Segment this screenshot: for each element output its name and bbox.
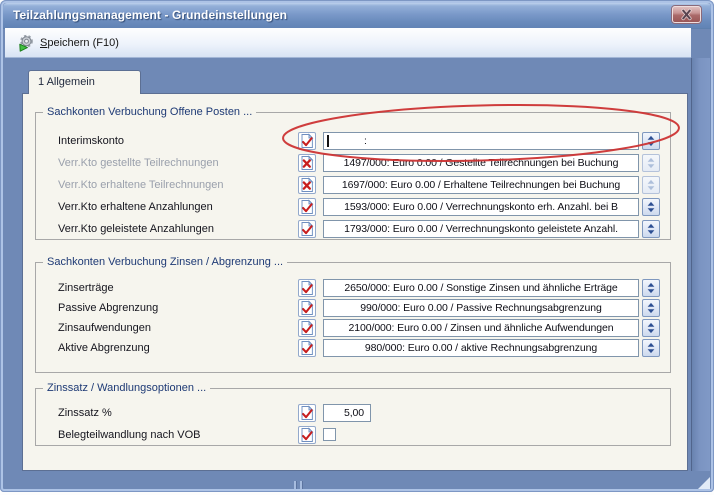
- group-title: Zinssatz / Wandlungsoptionen ...: [43, 381, 210, 395]
- window-title: Teilzahlungsmanagement - Grundeinstellun…: [13, 8, 287, 22]
- save-button-label: Speichern (F10): [40, 37, 119, 49]
- check-icon[interactable]: [298, 220, 316, 238]
- up-down-arrows-icon: [643, 320, 659, 336]
- field-value: 5,00: [344, 407, 364, 419]
- tab-label: 1 Allgemein: [38, 76, 95, 88]
- desktop-background: Teilzahlungsmanagement - Grundeinstellun…: [0, 0, 714, 495]
- cross-icon[interactable]: [298, 176, 316, 194]
- up-down-arrows-icon: [643, 300, 659, 316]
- spinner-button[interactable]: [642, 132, 660, 150]
- content-panel: Sachkonten Verbuchung Offene Posten ... …: [22, 93, 688, 471]
- up-down-arrows-icon: [643, 221, 659, 237]
- spinner-button[interactable]: [642, 154, 660, 172]
- row-aktive-abgrenzung: Aktive Abgrenzung 980/000: Euro 0.00 / a…: [36, 339, 670, 357]
- field-label: Aktive Abgrenzung: [58, 342, 150, 354]
- account-field[interactable]: 990/000: Euro 0.00 / Passive Rechnungsab…: [323, 299, 639, 317]
- spinner-button[interactable]: [642, 339, 660, 357]
- row-interimskonto: Interimskonto :: [36, 132, 670, 150]
- field-label: Verr.Kto erhaltene Teilrechnungen: [58, 179, 224, 191]
- row-passive-abgrenzung: Passive Abgrenzung 990/000: Euro 0.00 / …: [36, 299, 670, 317]
- field-label: Interimskonto: [58, 135, 124, 147]
- field-value: 1793/000: Euro 0.00 / Verrechnungskonto …: [344, 223, 618, 235]
- check-icon[interactable]: [298, 279, 316, 297]
- spinner-button[interactable]: [642, 319, 660, 337]
- account-field[interactable]: 1697/000: Euro 0.00 / Erhaltene Teilrech…: [323, 176, 639, 194]
- vob-checkbox[interactable]: [323, 428, 336, 441]
- spinner-button[interactable]: [642, 299, 660, 317]
- title-bar[interactable]: Teilzahlungsmanagement - Grundeinstellun…: [3, 3, 711, 29]
- field-value: 1593/000: Euro 0.00 / Verrechnungskonto …: [344, 201, 618, 213]
- up-down-arrows-icon: [643, 133, 659, 149]
- check-icon[interactable]: [298, 319, 316, 337]
- check-icon[interactable]: [298, 132, 316, 150]
- field-label: Zinsaufwendungen: [58, 322, 151, 334]
- close-icon: [679, 8, 694, 21]
- toolbar: Speichern (F10): [5, 28, 691, 58]
- spinner-button[interactable]: [642, 220, 660, 238]
- group-offene-posten: Sachkonten Verbuchung Offene Posten ... …: [35, 112, 671, 240]
- field-label: Verr.Kto erhaltene Anzahlungen: [58, 201, 213, 213]
- account-field[interactable]: 1497/000: Euro 0.00 / Gestellte Teilrech…: [323, 154, 639, 172]
- check-icon[interactable]: [298, 198, 316, 216]
- up-down-arrows-icon: [643, 155, 659, 171]
- row-erhaltene-teilrechnungen: Verr.Kto erhaltene Teilrechnungen 1697/0…: [36, 176, 670, 194]
- spinner-button[interactable]: [642, 198, 660, 216]
- interimskonto-field[interactable]: :: [323, 132, 639, 150]
- field-label: Zinserträge: [58, 282, 114, 294]
- field-label: Verr.Kto geleistete Anzahlungen: [58, 223, 214, 235]
- window-grip[interactable]: [294, 481, 302, 489]
- dialog-window: Teilzahlungsmanagement - Grundeinstellun…: [0, 0, 714, 492]
- group-title: Sachkonten Verbuchung Offene Posten ...: [43, 105, 256, 119]
- group-zinsen-abgrenzung: Sachkonten Verbuchung Zinsen / Abgrenzun…: [35, 262, 671, 373]
- group-zinssatz-wandlung: Zinssatz / Wandlungsoptionen ... Zinssat…: [35, 388, 671, 446]
- field-value: :: [324, 135, 367, 147]
- row-zinssatz: Zinssatz % 5,00: [36, 404, 670, 422]
- row-erhaltene-anzahlungen: Verr.Kto erhaltene Anzahlungen 1593/000:…: [36, 198, 670, 216]
- up-down-arrows-icon: [643, 199, 659, 215]
- gear-save-icon: [17, 34, 35, 52]
- field-value: 990/000: Euro 0.00 / Passive Rechnungsab…: [360, 302, 602, 314]
- row-zinsaufwendungen: Zinsaufwendungen 2100/000: Euro 0.00 / Z…: [36, 319, 670, 337]
- zinssatz-field[interactable]: 5,00: [323, 404, 371, 422]
- row-gestellte-teilrechnungen: Verr.Kto gestellte Teilrechnungen 1497/0…: [36, 154, 670, 172]
- up-down-arrows-icon: [643, 340, 659, 356]
- spinner-button[interactable]: [642, 176, 660, 194]
- cross-icon[interactable]: [298, 154, 316, 172]
- field-label: Belegteilwandlung nach VOB: [58, 429, 200, 441]
- up-down-arrows-icon: [643, 280, 659, 296]
- account-field[interactable]: 1793/000: Euro 0.00 / Verrechnungskonto …: [323, 220, 639, 238]
- check-icon[interactable]: [298, 426, 316, 444]
- account-field[interactable]: 1593/000: Euro 0.00 / Verrechnungskonto …: [323, 198, 639, 216]
- group-title: Sachkonten Verbuchung Zinsen / Abgrenzun…: [43, 255, 287, 269]
- field-label: Zinssatz %: [58, 407, 112, 419]
- close-button[interactable]: [672, 6, 701, 23]
- row-zinsertraege: Zinserträge 2650/000: Euro 0.00 / Sonsti…: [36, 279, 670, 297]
- resize-grip[interactable]: [698, 477, 710, 489]
- row-belegteilwandlung: Belegteilwandlung nach VOB: [36, 426, 670, 444]
- field-label: Verr.Kto gestellte Teilrechnungen: [58, 157, 219, 169]
- field-label: Passive Abgrenzung: [58, 302, 158, 314]
- check-icon[interactable]: [298, 404, 316, 422]
- up-down-arrows-icon: [643, 177, 659, 193]
- spinner-button[interactable]: [642, 279, 660, 297]
- account-field[interactable]: 980/000: Euro 0.00 / aktive Rechnungsabg…: [323, 339, 639, 357]
- tab-allgemein[interactable]: 1 Allgemein: [28, 70, 141, 94]
- check-icon[interactable]: [298, 299, 316, 317]
- account-field[interactable]: 2650/000: Euro 0.00 / Sonstige Zinsen un…: [323, 279, 639, 297]
- field-value: 2100/000: Euro 0.00 / Zinsen und ähnlich…: [349, 322, 614, 334]
- field-value: 980/000: Euro 0.00 / aktive Rechnungsabg…: [365, 342, 597, 354]
- check-icon[interactable]: [298, 339, 316, 357]
- account-field[interactable]: 2100/000: Euro 0.00 / Zinsen und ähnlich…: [323, 319, 639, 337]
- row-geleistete-anzahlungen: Verr.Kto geleistete Anzahlungen 1793/000…: [36, 220, 670, 238]
- field-value: 1697/000: Euro 0.00 / Erhaltene Teilrech…: [342, 179, 620, 191]
- save-button[interactable]: Speichern (F10): [10, 31, 126, 55]
- field-value: 2650/000: Euro 0.00 / Sonstige Zinsen un…: [344, 282, 617, 294]
- text-caret: [327, 135, 329, 147]
- field-value: 1497/000: Euro 0.00 / Gestellte Teilrech…: [344, 157, 619, 169]
- right-scrollbar-track[interactable]: [691, 58, 710, 471]
